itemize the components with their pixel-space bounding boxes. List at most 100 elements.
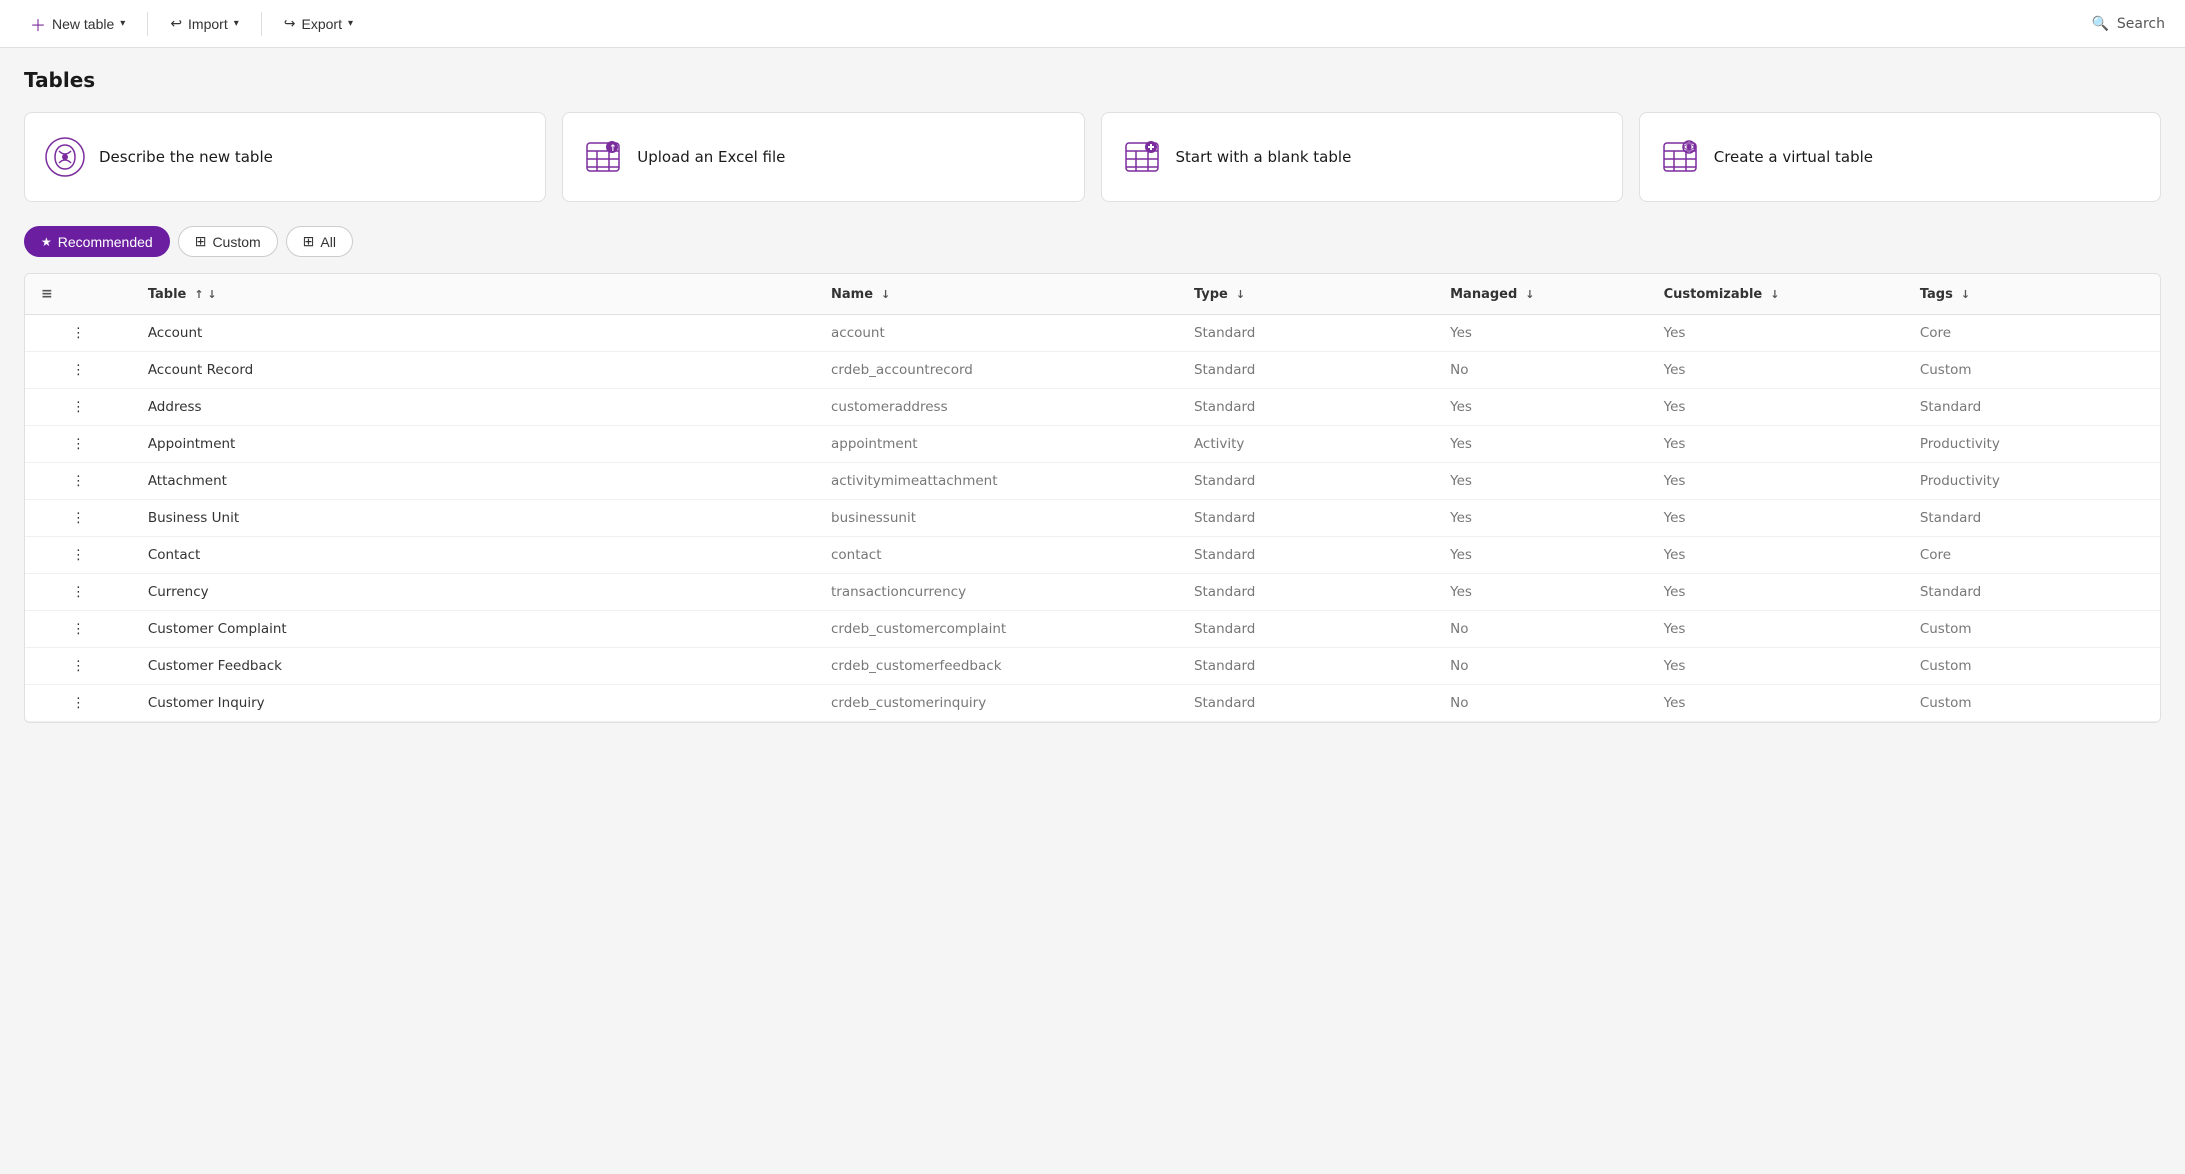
cell-managed-9: No [1434,648,1648,685]
new-table-button[interactable]: ＋ New table ▾ [20,8,135,40]
table-row[interactable]: ⋮ Customer Inquiry crdeb_customerinquiry… [25,685,2160,722]
table-row[interactable]: ⋮ Address customeraddress Standard Yes Y… [25,389,2160,426]
th-name[interactable]: Name ↓ [815,274,1178,315]
cell-name-5: businessunit [815,500,1178,537]
table-row[interactable]: ⋮ Appointment appointment Activity Yes Y… [25,426,2160,463]
cell-tags-1: Custom [1904,352,2160,389]
table-row[interactable]: ⋮ Account account Standard Yes Yes Core [25,315,2160,352]
cell-managed-6: Yes [1434,537,1648,574]
filter-custom[interactable]: ⊞ Custom [178,226,278,257]
cell-table-5: Business Unit [132,500,815,537]
cell-name-8: crdeb_customercomplaint [815,611,1178,648]
ai-icon [45,137,85,177]
th-customizable[interactable]: Customizable ↓ [1648,274,1904,315]
export-label: Export [302,16,342,32]
filter-recommended-label: Recommended [58,234,153,250]
table-row[interactable]: ⋮ Currency transactioncurrency Standard … [25,574,2160,611]
virtual-table-label: Create a virtual table [1714,148,1873,166]
cell-type-2: Standard [1178,389,1434,426]
row-menu-1[interactable]: ⋮ [25,352,132,389]
filter-custom-label: Custom [212,234,260,250]
table-row[interactable]: ⋮ Business Unit businessunit Standard Ye… [25,500,2160,537]
th-tags[interactable]: Tags ↓ [1904,274,2160,315]
plus-icon: ＋ [30,12,46,36]
row-menu-6[interactable]: ⋮ [25,537,132,574]
filter-recommended[interactable]: ★ Recommended [24,226,170,257]
cell-table-10: Customer Inquiry [132,685,815,722]
cell-managed-2: Yes [1434,389,1648,426]
th-type-label: Type [1194,287,1228,302]
table-row[interactable]: ⋮ Customer Feedback crdeb_customerfeedba… [25,648,2160,685]
cell-customizable-2: Yes [1648,389,1904,426]
upload-excel-card[interactable]: ↑ Upload an Excel file [562,112,1084,202]
cell-table-0: Account [132,315,815,352]
table-row[interactable]: ⋮ Contact contact Standard Yes Yes Core [25,537,2160,574]
cell-name-2: customeraddress [815,389,1178,426]
row-menu-5[interactable]: ⋮ [25,500,132,537]
cell-customizable-9: Yes [1648,648,1904,685]
table-sort-icons: ↑ ↓ [194,288,216,301]
cell-table-9: Customer Feedback [132,648,815,685]
import-icon: ↩ [170,15,182,32]
describe-table-card[interactable]: Describe the new table [24,112,546,202]
cell-type-9: Standard [1178,648,1434,685]
grid-icon-custom: ⊞ [195,233,207,250]
search-box[interactable]: 🔍 Search [2091,16,2165,32]
blank-table-card[interactable]: Start with a blank table [1101,112,1623,202]
cell-customizable-10: Yes [1648,685,1904,722]
topbar: ＋ New table ▾ ↩ Import ▾ ↪ Export ▾ 🔍 Se… [0,0,2185,48]
svg-text:↑: ↑ [609,144,617,154]
divider-1 [147,12,148,36]
row-menu-8[interactable]: ⋮ [25,611,132,648]
upload-excel-icon: ↑ [583,137,623,177]
row-menu-0[interactable]: ⋮ [25,315,132,352]
th-type[interactable]: Type ↓ [1178,274,1434,315]
th-managed[interactable]: Managed ↓ [1434,274,1648,315]
row-menu-4[interactable]: ⋮ [25,463,132,500]
filter-all[interactable]: ⊞ All [286,226,353,257]
row-menu-7[interactable]: ⋮ [25,574,132,611]
cell-customizable-6: Yes [1648,537,1904,574]
row-menu-2[interactable]: ⋮ [25,389,132,426]
table-row[interactable]: ⋮ Customer Complaint crdeb_customercompl… [25,611,2160,648]
cell-type-3: Activity [1178,426,1434,463]
cell-customizable-0: Yes [1648,315,1904,352]
cell-type-10: Standard [1178,685,1434,722]
cell-name-3: appointment [815,426,1178,463]
table-header-row: ≡ Table ↑ ↓ Name ↓ [25,274,2160,315]
virtual-table-icon [1660,137,1700,177]
cell-managed-5: Yes [1434,500,1648,537]
cell-table-2: Address [132,389,815,426]
row-menu-10[interactable]: ⋮ [25,685,132,722]
table-row[interactable]: ⋮ Account Record crdeb_accountrecord Sta… [25,352,2160,389]
add-table-icon [1122,137,1162,177]
managed-sort-icon: ↓ [1525,288,1534,301]
new-table-chevron-icon: ▾ [120,18,125,29]
import-button[interactable]: ↩ Import ▾ [160,11,248,36]
divider-2 [261,12,262,36]
row-menu-3[interactable]: ⋮ [25,426,132,463]
th-table-label: Table [148,287,187,302]
table-row[interactable]: ⋮ Attachment activitymimeattachment Stan… [25,463,2160,500]
cell-customizable-8: Yes [1648,611,1904,648]
type-sort-icon: ↓ [1236,288,1245,301]
data-table-container: ≡ Table ↑ ↓ Name ↓ [24,273,2161,723]
cell-tags-2: Standard [1904,389,2160,426]
cell-tags-3: Productivity [1904,426,2160,463]
cell-type-7: Standard [1178,574,1434,611]
customizable-sort-icon: ↓ [1770,288,1779,301]
cell-managed-10: No [1434,685,1648,722]
th-name-label: Name [831,287,873,302]
th-table[interactable]: Table ↑ ↓ [132,274,815,315]
virtual-table-card[interactable]: Create a virtual table [1639,112,2161,202]
cell-tags-8: Custom [1904,611,2160,648]
cell-type-5: Standard [1178,500,1434,537]
export-button[interactable]: ↪ Export ▾ [274,11,363,36]
row-menu-9[interactable]: ⋮ [25,648,132,685]
cell-managed-7: Yes [1434,574,1648,611]
cell-customizable-7: Yes [1648,574,1904,611]
cell-tags-10: Custom [1904,685,2160,722]
cell-name-10: crdeb_customerinquiry [815,685,1178,722]
th-list-toggle[interactable]: ≡ [25,274,132,315]
search-icon: 🔍 [2091,16,2108,32]
